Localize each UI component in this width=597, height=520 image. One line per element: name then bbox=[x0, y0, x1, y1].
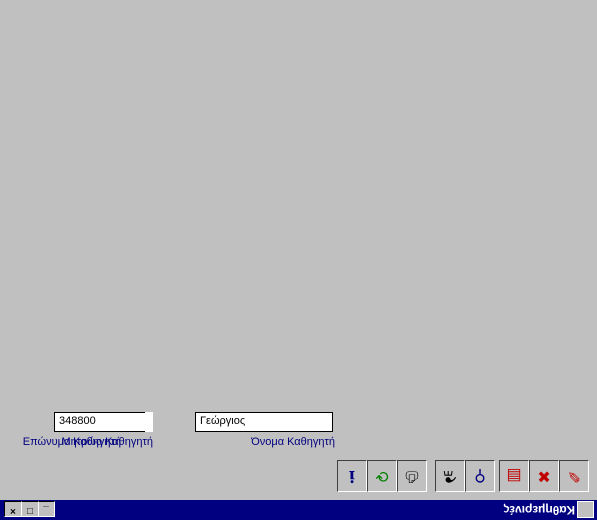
print-icon: ⎙ bbox=[405, 468, 419, 485]
edit-record-button[interactable]: ▤ bbox=[499, 460, 529, 492]
filter-icon: ⚗ bbox=[442, 467, 458, 484]
new-record-icon: ✎ bbox=[567, 467, 581, 484]
close-button[interactable]: × bbox=[4, 501, 22, 517]
registry-field[interactable]: 348800 bbox=[54, 412, 152, 432]
new-record-button[interactable]: ✎ bbox=[559, 460, 589, 492]
refresh-icon: ⟳ bbox=[375, 467, 389, 484]
surname-label: Επώνυμο Καθηγητή bbox=[22, 436, 121, 448]
minimize-button[interactable]: _ bbox=[37, 501, 55, 517]
print-button[interactable]: ⎙ bbox=[397, 460, 427, 492]
delete-record-button[interactable]: ✖ bbox=[529, 460, 559, 492]
app-icon[interactable] bbox=[577, 501, 594, 518]
help-icon: ℹ bbox=[348, 467, 356, 484]
help-button[interactable]: ℹ bbox=[337, 460, 367, 492]
refresh-button[interactable]: ⟳ bbox=[367, 460, 397, 492]
maximize-button[interactable]: □ bbox=[21, 501, 39, 517]
window-title: Καθημερινές bbox=[503, 503, 575, 517]
firstname-label: Όνομα Καθηγητή bbox=[251, 436, 335, 448]
toolbar: ✎ ✖ ▤ ⚲ ⚗ ⎙ ⟳ ℹ bbox=[4, 456, 593, 496]
edit-record-icon: ▤ bbox=[506, 467, 522, 484]
layout-spacer bbox=[145, 412, 153, 432]
search-icon: ⚲ bbox=[474, 467, 486, 484]
title-bar: Καθημερινές _ □ × bbox=[0, 500, 597, 520]
search-button[interactable]: ⚲ bbox=[465, 460, 495, 492]
firstname-field[interactable]: Γεώργιος bbox=[195, 412, 333, 432]
delete-record-icon: ✖ bbox=[537, 467, 551, 484]
filter-button[interactable]: ⚗ bbox=[435, 460, 465, 492]
